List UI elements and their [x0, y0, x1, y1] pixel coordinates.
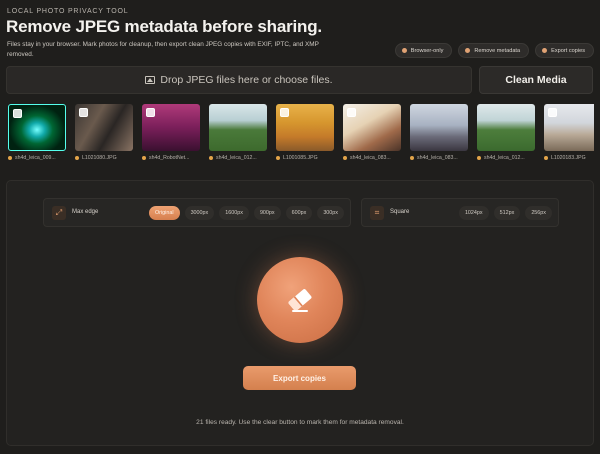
- image-icon: [145, 76, 156, 84]
- max-edge-row: ⤢ Max edge Original 3000px 1600px 900px …: [43, 198, 351, 227]
- pill-label: Export copies: [551, 47, 585, 54]
- thumbnail-item[interactable]: sh4d_leica_083...: [343, 104, 403, 161]
- max-edge-option-600[interactable]: 600px: [285, 206, 313, 220]
- thumbnail-item[interactable]: L1020183.JPG: [544, 104, 594, 161]
- status-dot-icon: [477, 156, 481, 160]
- thumbnail-strip: sh4d_leica_009... L1021080.JPG sh4d_Robo…: [8, 104, 594, 164]
- thumbnail-image: [8, 104, 66, 151]
- thumbnail-item[interactable]: sh4d_leica_012...: [209, 104, 269, 161]
- thumbnail-image: [544, 104, 594, 151]
- crop-icon: ⌗: [370, 206, 384, 220]
- status-dot-icon: [142, 156, 146, 160]
- export-copies-button[interactable]: Export copies: [243, 366, 356, 390]
- thumbnail-filename: sh4d_leica_012...: [216, 155, 257, 161]
- select-checkbox[interactable]: [548, 108, 557, 117]
- square-row: ⌗ Square 1024px 512px 256px: [361, 198, 559, 227]
- status-dot-icon: [209, 156, 213, 160]
- max-edge-option-300[interactable]: 300px: [317, 206, 344, 220]
- thumbnail-image: [477, 104, 535, 151]
- status-message: 21 files ready. Use the clear button to …: [196, 419, 404, 426]
- thumbnail-filename: L1021080.JPG: [82, 155, 117, 161]
- thumbnail-item[interactable]: L1001085.JPG: [276, 104, 336, 161]
- status-dot-icon: [410, 156, 414, 160]
- select-checkbox[interactable]: [347, 108, 356, 117]
- status-dot-icon: [75, 156, 79, 160]
- page-title: Remove JPEG metadata before sharing.: [6, 17, 322, 36]
- file-dropzone[interactable]: Drop JPEG files here or choose files.: [6, 66, 472, 94]
- square-option-1024[interactable]: 1024px: [458, 206, 489, 220]
- select-checkbox[interactable]: [79, 108, 88, 117]
- select-checkbox[interactable]: [146, 108, 155, 117]
- square-option-256[interactable]: 256px: [525, 206, 552, 220]
- status-dot-icon: [544, 156, 548, 160]
- max-edge-option-1600[interactable]: 1600px: [219, 206, 249, 220]
- resize-icon: ⤢: [52, 206, 66, 220]
- max-edge-label: Max edge: [72, 209, 99, 215]
- eraser-icon: [288, 289, 312, 312]
- max-edge-options: Original 3000px 1600px 900px 600px 300px: [148, 206, 344, 220]
- square-label: Square: [390, 209, 410, 215]
- eyebrow-label: LOCAL PHOTO PRIVACY TOOL: [7, 8, 129, 15]
- thumbnail-filename: sh4d_leica_083...: [417, 155, 458, 161]
- max-edge-option-900[interactable]: 900px: [253, 206, 281, 220]
- thumbnail-item[interactable]: sh4d_leica_009...: [8, 104, 68, 161]
- pill-label: Remove metadata: [474, 47, 521, 54]
- thumbnail-filename: sh4d_leica_009...: [15, 155, 56, 161]
- select-checkbox[interactable]: [280, 108, 289, 117]
- thumbnail-image: [209, 104, 267, 151]
- thumbnail-filename: L1020183.JPG: [551, 155, 586, 161]
- thumbnail-image: [410, 104, 468, 151]
- thumbnail-filename: sh4d_RobotNet...: [149, 155, 190, 161]
- shield-icon: [401, 48, 407, 53]
- thumbnail-filename: L1001085.JPG: [283, 155, 318, 161]
- thumbnail-image: [343, 104, 401, 151]
- feature-pills: Browser-only Remove metadata Export copi…: [394, 43, 594, 58]
- export-panel: ⤢ Max edge Original 3000px 1600px 900px …: [6, 180, 594, 446]
- max-edge-option-3000[interactable]: 3000px: [184, 206, 215, 220]
- clean-media-button[interactable]: Clean Media: [479, 66, 593, 94]
- thumbnail-filename: sh4d_leica_012...: [484, 155, 525, 161]
- status-dot-icon: [343, 156, 347, 160]
- status-dot-icon: [276, 156, 280, 160]
- download-icon: [542, 48, 548, 53]
- dropzone-label: Drop JPEG files here or choose files.: [160, 74, 333, 86]
- thumbnail-item[interactable]: sh4d_leica_012...: [477, 104, 537, 161]
- clear-metadata-button[interactable]: [257, 257, 343, 343]
- thumbnail-item[interactable]: sh4d_RobotNet...: [142, 104, 202, 161]
- pill-remove-metadata: Remove metadata: [458, 43, 530, 58]
- thumbnail-image: [75, 104, 133, 151]
- max-edge-option-original[interactable]: Original: [148, 206, 180, 220]
- thumbnail-item[interactable]: sh4d_leica_083...: [410, 104, 470, 161]
- eraser-icon: [465, 48, 471, 53]
- thumbnail-filename: sh4d_leica_083...: [350, 155, 391, 161]
- thumbnail-image: [142, 104, 200, 151]
- square-options: 1024px 512px 256px: [458, 206, 552, 220]
- page-description: Files stay in your browser. Mark photos …: [7, 41, 319, 58]
- thumbnail-image: [276, 104, 334, 151]
- pill-export-copies: Export copies: [535, 43, 594, 58]
- pill-label: Browser-only: [410, 47, 444, 54]
- pill-browser-only: Browser-only: [394, 43, 453, 58]
- thumbnail-item[interactable]: L1021080.JPG: [75, 104, 135, 161]
- square-option-512[interactable]: 512px: [493, 206, 521, 220]
- select-checkbox[interactable]: [13, 109, 22, 118]
- status-dot-icon: [8, 156, 12, 160]
